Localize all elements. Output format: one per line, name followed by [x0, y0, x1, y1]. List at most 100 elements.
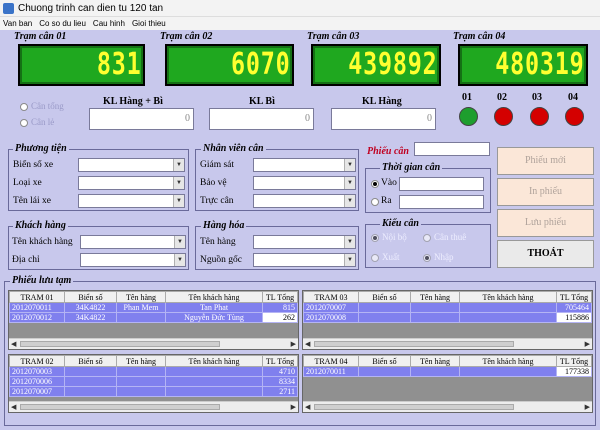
table-cell[interactable]	[459, 302, 557, 313]
scroll-right-icon[interactable]: ▶	[291, 339, 296, 349]
driver-combo[interactable]: ▼	[78, 194, 185, 208]
ticket-number-field[interactable]	[414, 142, 490, 156]
horizontal-scrollbar[interactable]: ◀ ▶	[9, 401, 298, 412]
column-header[interactable]: TL Tổng	[556, 355, 592, 367]
grid-tram-03[interactable]: TRAM 03 Biển số Tên hàng Tên khách hàng …	[302, 290, 593, 350]
table-cell[interactable]	[64, 386, 117, 397]
gross-weight-field[interactable]: 0	[89, 108, 194, 130]
table-cell[interactable]: 34K4822	[64, 312, 117, 323]
table-cell[interactable]	[410, 366, 460, 377]
table-cell[interactable]	[165, 376, 263, 387]
table-row[interactable]: 2012070003 4710	[9, 366, 298, 377]
table-cell[interactable]: 8334	[262, 376, 298, 387]
table-cell[interactable]	[116, 376, 166, 387]
guard-combo[interactable]: ▼	[253, 176, 356, 190]
tare-weight-field[interactable]: 0	[209, 108, 314, 130]
table-cell[interactable]: 2012070011	[303, 366, 359, 377]
time-out-radio[interactable]	[371, 198, 379, 206]
table-cell[interactable]	[64, 366, 117, 377]
scroll-left-icon[interactable]: ◀	[11, 339, 16, 349]
table-cell[interactable]: 262	[262, 312, 298, 323]
table-cell[interactable]: 4710	[262, 366, 298, 377]
table-cell[interactable]	[358, 366, 411, 377]
menu-gioi-thieu[interactable]: Gioi thieu	[132, 17, 166, 30]
column-header[interactable]: Biển số	[358, 355, 411, 367]
print-ticket-button[interactable]: In phiếu	[497, 178, 594, 206]
scroll-left-icon[interactable]: ◀	[305, 402, 310, 412]
table-cell[interactable]	[410, 312, 460, 323]
column-header[interactable]: Tên hàng	[410, 355, 460, 367]
table-cell[interactable]	[165, 386, 263, 397]
exit-button[interactable]: THOÁT	[497, 240, 594, 268]
table-row[interactable]: 2012070011 177338	[303, 366, 592, 377]
mode-single-radio[interactable]	[20, 119, 28, 127]
table-cell[interactable]	[358, 302, 411, 313]
horizontal-scrollbar[interactable]: ◀ ▶	[303, 338, 592, 349]
table-cell[interactable]: 2012070007	[303, 302, 359, 313]
table-cell[interactable]: 2711	[262, 386, 298, 397]
table-row[interactable]: 2012070006 8334	[9, 376, 298, 387]
column-header[interactable]: TL Tổng	[556, 291, 592, 303]
column-header[interactable]: Tên hàng	[116, 355, 166, 367]
grid-tram-01[interactable]: TRAM 01 Biển số Tên hàng Tên khách hàng …	[8, 290, 299, 350]
table-cell[interactable]: 115886	[556, 312, 592, 323]
kind-rent-radio[interactable]	[423, 234, 431, 242]
table-cell[interactable]: 177338	[556, 366, 592, 377]
kind-import-radio[interactable]	[423, 254, 431, 262]
scroll-thumb[interactable]	[20, 341, 220, 347]
scroll-left-icon[interactable]: ◀	[11, 402, 16, 412]
mode-total-radio[interactable]	[20, 103, 28, 111]
table-cell[interactable]	[165, 366, 263, 377]
address-combo[interactable]: ▼	[80, 253, 186, 267]
save-ticket-button[interactable]: Lưu phiếu	[497, 209, 594, 237]
horizontal-scrollbar[interactable]: ◀ ▶	[303, 401, 592, 412]
supervisor-combo[interactable]: ▼	[253, 158, 356, 172]
table-row[interactable]: 2012070008 115886	[303, 312, 592, 323]
column-header[interactable]: Tên khách hàng	[459, 355, 557, 367]
new-ticket-button[interactable]: Phiếu mới	[497, 147, 594, 175]
table-cell[interactable]: 2012070011	[9, 302, 65, 313]
table-row[interactable]: 2012070011 34K4822 Phan Mem Tan Phat 815	[9, 302, 298, 313]
column-header[interactable]: Biển số	[358, 291, 411, 303]
column-header[interactable]: Tên khách hàng	[165, 355, 263, 367]
table-cell[interactable]: 815	[262, 302, 298, 313]
column-header[interactable]: TRAM 03	[303, 291, 359, 303]
table-cell[interactable]	[410, 302, 460, 313]
origin-combo[interactable]: ▼	[253, 253, 356, 267]
table-row[interactable]: 2012070012 34K4822 Nguyễn Đức Tùng 262	[9, 312, 298, 323]
column-header[interactable]: TL Tổng	[262, 355, 298, 367]
customer-name-combo[interactable]: ▼	[80, 235, 186, 249]
grid-tram-04[interactable]: TRAM 04 Biển số Tên hàng Tên khách hàng …	[302, 354, 593, 413]
time-in-radio[interactable]	[371, 180, 379, 188]
vehicle-type-combo[interactable]: ▼	[78, 176, 185, 190]
column-header[interactable]: Tên khách hàng	[459, 291, 557, 303]
table-cell[interactable]	[116, 312, 166, 323]
goods-name-combo[interactable]: ▼	[253, 235, 356, 249]
table-row[interactable]: 2012070007 2711	[9, 386, 298, 397]
table-cell[interactable]: Nguyễn Đức Tùng	[165, 312, 263, 323]
scroll-thumb[interactable]	[314, 341, 514, 347]
table-cell[interactable]	[116, 386, 166, 397]
operator-combo[interactable]: ▼	[253, 194, 356, 208]
column-header[interactable]: Tên hàng	[410, 291, 460, 303]
table-cell[interactable]: 2012070008	[303, 312, 359, 323]
menu-van-ban[interactable]: Van ban	[3, 17, 32, 30]
horizontal-scrollbar[interactable]: ◀ ▶	[9, 338, 298, 349]
scroll-right-icon[interactable]: ▶	[291, 402, 296, 412]
scroll-right-icon[interactable]: ▶	[585, 339, 590, 349]
time-out-field[interactable]	[399, 195, 484, 209]
column-header[interactable]: Tên khách hàng	[165, 291, 263, 303]
scroll-thumb[interactable]	[20, 404, 220, 410]
table-row[interactable]: 2012070007 705464	[303, 302, 592, 313]
table-cell[interactable]	[64, 376, 117, 387]
table-cell[interactable]: 2012070006	[9, 376, 65, 387]
table-cell[interactable]: 705464	[556, 302, 592, 313]
column-header[interactable]: TRAM 04	[303, 355, 359, 367]
table-cell[interactable]: Phan Mem	[116, 302, 166, 313]
scroll-right-icon[interactable]: ▶	[585, 402, 590, 412]
menu-cau-hinh[interactable]: Cau hinh	[93, 17, 125, 30]
time-in-field[interactable]	[399, 177, 484, 191]
column-header[interactable]: Biển số	[64, 291, 117, 303]
net-weight-field[interactable]: 0	[331, 108, 436, 130]
table-cell[interactable]: Tan Phat	[165, 302, 263, 313]
